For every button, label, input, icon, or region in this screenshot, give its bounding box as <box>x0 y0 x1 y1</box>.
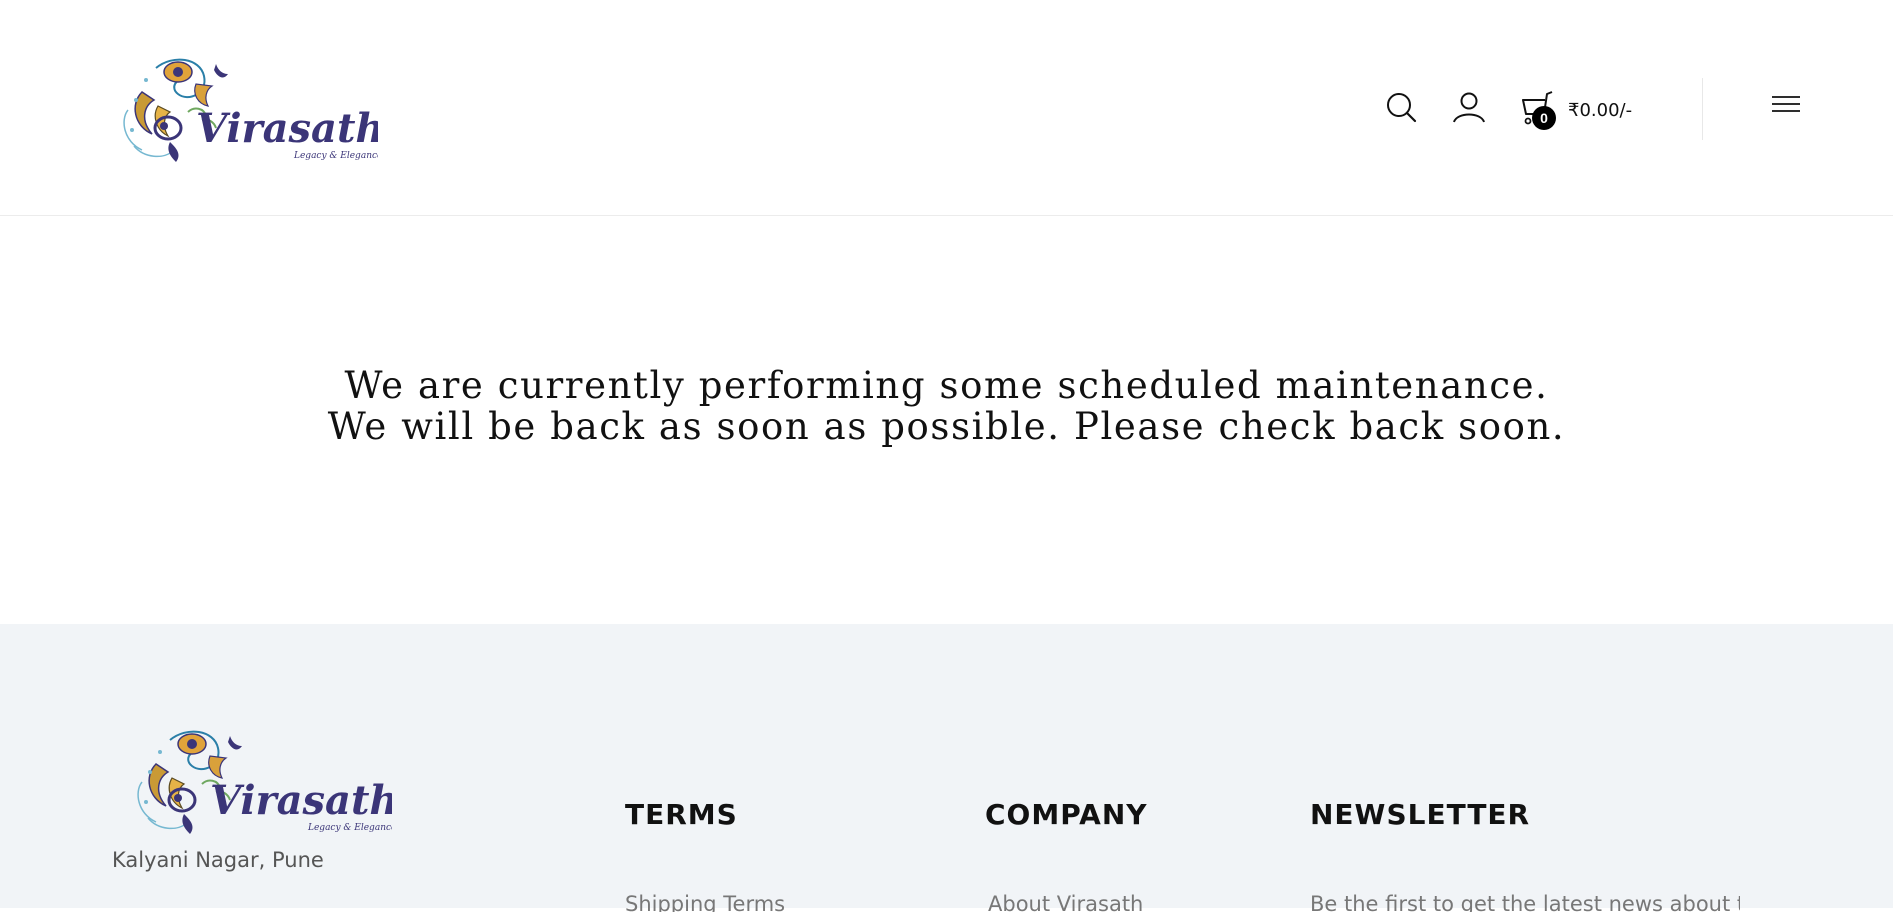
header-divider <box>1702 78 1703 140</box>
maintenance-line-2: We will be back as soon as possible. Ple… <box>327 405 1566 448</box>
footer-heading-company: COMPANY <box>985 798 1148 831</box>
maintenance-message: We are currently performing some schedul… <box>0 365 1893 447</box>
logo-tagline: Legacy & Elegance <box>293 151 378 161</box>
footer-logo-tagline: Legacy & Elegance <box>307 823 392 833</box>
hamburger-menu-icon <box>1772 96 1800 112</box>
footer-logo[interactable]: Virasath Legacy & Elegance <box>132 722 399 840</box>
footer-logo-graphic: Virasath Legacy & Elegance <box>137 730 399 834</box>
menu-button[interactable] <box>1770 92 1802 120</box>
search-button[interactable] <box>1382 88 1422 128</box>
cart-total[interactable]: ₹0.00/- <box>1568 100 1632 121</box>
maintenance-section: We are currently performing some schedul… <box>0 217 1893 624</box>
header-logo[interactable]: Virasath Legacy & Elegance <box>118 50 385 168</box>
footer-link-shipping-terms[interactable]: Shipping Terms <box>625 892 825 912</box>
footer-logo-wordmark: Virasath <box>210 777 392 824</box>
maintenance-line-1: We are currently performing some schedul… <box>344 364 1549 407</box>
logo-graphic: Virasath Legacy & Elegance <box>123 58 385 162</box>
newsletter-description: Be the first to get the latest news abou… <box>1310 892 1740 912</box>
footer-address: Kalyani Nagar, Pune <box>112 848 324 872</box>
account-button[interactable] <box>1449 88 1489 128</box>
footer-heading-newsletter: NEWSLETTER <box>1310 798 1531 831</box>
user-icon <box>1453 92 1485 123</box>
site-header: Virasath Legacy & Elegance 0 ₹0.00/- <box>0 0 1893 216</box>
cart-count-badge: 0 <box>1532 106 1556 130</box>
search-icon <box>1387 93 1417 123</box>
logo-wordmark: Virasath <box>196 105 378 152</box>
footer-link-about[interactable]: About Virasath <box>988 892 1148 912</box>
footer-heading-terms: TERMS <box>625 798 738 831</box>
